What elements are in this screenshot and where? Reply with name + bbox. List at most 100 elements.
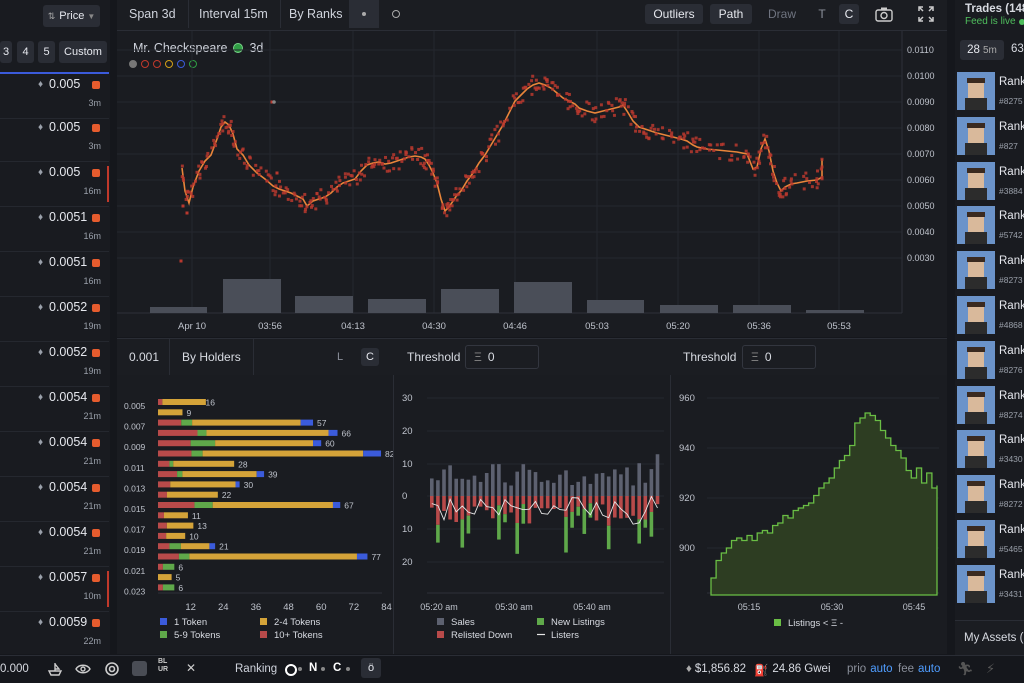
sales-threshold-input[interactable]: Ξ0 — [465, 345, 539, 369]
ship-icon[interactable] — [47, 661, 63, 677]
camera-icon[interactable] — [873, 5, 895, 23]
trade-row[interactable]: Rank #8274 — [955, 384, 1024, 428]
ranking-n-toggle[interactable]: N — [309, 662, 317, 674]
sort-price-button[interactable]: ⇅ Price ▼ — [43, 5, 100, 27]
sale-dot — [644, 132, 648, 136]
t-button[interactable]: T — [812, 4, 832, 24]
trade-row[interactable]: Rank #8273 — [955, 249, 1024, 293]
prio-value: auto — [870, 663, 893, 675]
listing-row[interactable]: ♦ 0.0057 10m — [0, 567, 109, 612]
y-tick-label: 920 — [679, 493, 695, 504]
y-tick-label: 0.0100 — [907, 71, 935, 81]
eth-icon: ♦ — [38, 257, 44, 268]
listings-threshold-input[interactable]: Ξ0 — [742, 345, 816, 369]
holder-bar-segment — [166, 532, 186, 539]
trade-row[interactable]: Rank #5742 — [955, 204, 1024, 248]
x-tick-label: 60 — [316, 602, 327, 613]
listing-row[interactable]: ♦ 0.005 16m — [0, 162, 109, 207]
sale-dot — [691, 140, 695, 144]
listing-row[interactable]: ♦ 0.0051 16m — [0, 207, 109, 252]
qty-button-custom[interactable]: Custom — [59, 41, 107, 63]
interval-button[interactable]: Interval 15m — [187, 0, 281, 28]
sale-dot — [465, 185, 469, 189]
listing-row[interactable]: ♦ 0.0054 21m — [0, 432, 109, 477]
sale-dot — [691, 137, 695, 141]
blur-icon[interactable]: BL UR — [158, 658, 168, 674]
qty-button-5[interactable]: 5 — [38, 41, 55, 63]
listing-row[interactable]: ♦ 0.0054 21m — [0, 387, 109, 432]
my-assets-header[interactable]: My Assets ( — [955, 620, 1024, 655]
relisted-bar — [600, 496, 605, 505]
y-tick-label: 960 — [679, 393, 695, 404]
sale-dot — [551, 87, 555, 91]
opensea-icon[interactable] — [132, 661, 147, 676]
sale-dot — [781, 195, 785, 199]
l-toggle[interactable]: L — [331, 348, 349, 366]
left-sidebar: ⇅ Price ▼ 3 4 5 Custom ♦ 0.005 3m ♦ 0.005 3m ♦… — [0, 0, 110, 657]
eth-icon: ♦ — [38, 167, 44, 178]
sale-dot — [481, 151, 485, 155]
sale-dot — [317, 195, 321, 199]
sale-dot — [565, 92, 569, 96]
fullscreen-icon[interactable] — [917, 5, 935, 23]
mode-dot-filled[interactable] — [349, 0, 379, 28]
legend-label: New Listings — [551, 617, 605, 628]
ranking-c-toggle[interactable]: C — [333, 662, 341, 674]
sale-dot — [315, 192, 319, 196]
trade-row[interactable]: Rank #8276 — [955, 339, 1024, 383]
span-button[interactable]: Span 3d — [117, 0, 189, 28]
runner-icon[interactable]: 🏃︎ — [957, 661, 974, 677]
bolt-icon[interactable]: ⚡︎ — [986, 661, 995, 677]
marketplace-icon — [92, 214, 100, 222]
relisted-bar — [521, 496, 526, 505]
listing-row[interactable]: ♦ 0.0052 19m — [0, 297, 109, 342]
holder-bar-segment — [162, 584, 175, 591]
c-button[interactable]: C — [839, 4, 859, 24]
eth-icon: ♦ — [38, 122, 44, 133]
c-toggle[interactable]: C — [361, 348, 379, 366]
eye-icon[interactable] — [75, 661, 91, 677]
y-tick-label: 0.009 — [124, 442, 146, 452]
trade-row[interactable]: Rank #4868 — [955, 294, 1024, 338]
bar-value-label: 11 — [192, 511, 201, 521]
draw-button[interactable]: Draw — [759, 4, 805, 24]
main-chart-area[interactable]: Mr. Checkspeare 3d 0.0110 0.0100 0.0090 0.0… — [117, 31, 947, 337]
time-tab-63[interactable]: 63 — [1011, 43, 1024, 55]
trade-row[interactable]: Rank #827 — [955, 115, 1024, 159]
trade-row[interactable]: Rank #3430 — [955, 428, 1024, 472]
volume-bar — [223, 279, 281, 313]
mode-dot-empty[interactable] — [381, 0, 411, 28]
ranking-rarity-button[interactable]: ö — [361, 658, 381, 678]
trade-row[interactable]: Rank #5465 — [955, 518, 1024, 562]
sale-dot — [314, 207, 318, 211]
ranking-o-toggle[interactable] — [285, 664, 297, 676]
sale-dot — [227, 129, 231, 133]
sale-dot — [784, 192, 788, 196]
trade-row[interactable]: Rank #8272 — [955, 473, 1024, 517]
path-button[interactable]: Path — [710, 4, 752, 24]
target-icon[interactable] — [104, 661, 120, 677]
listing-row[interactable]: ♦ 0.0052 19m — [0, 342, 109, 387]
listing-row[interactable]: ♦ 0.005 3m — [0, 117, 109, 162]
listing-row[interactable]: ♦ 0.0054 21m — [0, 522, 109, 567]
prio-setting[interactable]: prio auto — [847, 663, 893, 675]
trade-row[interactable]: Rank #8275 — [955, 70, 1024, 114]
holder-bar-segment — [180, 543, 210, 550]
qty-button-3[interactable]: 3 — [0, 41, 12, 63]
by-holders-button[interactable]: By Holders — [169, 339, 254, 375]
time-tab-28[interactable]: 28 5m — [960, 40, 1004, 60]
listing-row[interactable]: ♦ 0.0059 22m — [0, 612, 109, 657]
fee-setting[interactable]: fee auto — [898, 663, 940, 675]
listing-row[interactable]: ♦ 0.005 3m — [0, 72, 109, 119]
sale-dot — [611, 109, 615, 113]
listing-row[interactable]: ♦ 0.0051 16m — [0, 252, 109, 297]
qty-button-4[interactable]: 4 — [17, 41, 34, 63]
outliers-button[interactable]: Outliers — [645, 4, 703, 24]
trade-row[interactable]: Rank #3431 — [955, 563, 1024, 607]
listing-row[interactable]: ♦ 0.0054 21m — [0, 477, 109, 522]
trade-row[interactable]: Rank #3884 — [955, 160, 1024, 204]
x-tick-label: 05:36 — [747, 321, 771, 332]
holders-value[interactable]: 0.001 — [129, 350, 159, 364]
by-ranks-button[interactable]: By Ranks — [277, 0, 355, 28]
x2y2-icon[interactable]: ✕ — [186, 661, 196, 675]
